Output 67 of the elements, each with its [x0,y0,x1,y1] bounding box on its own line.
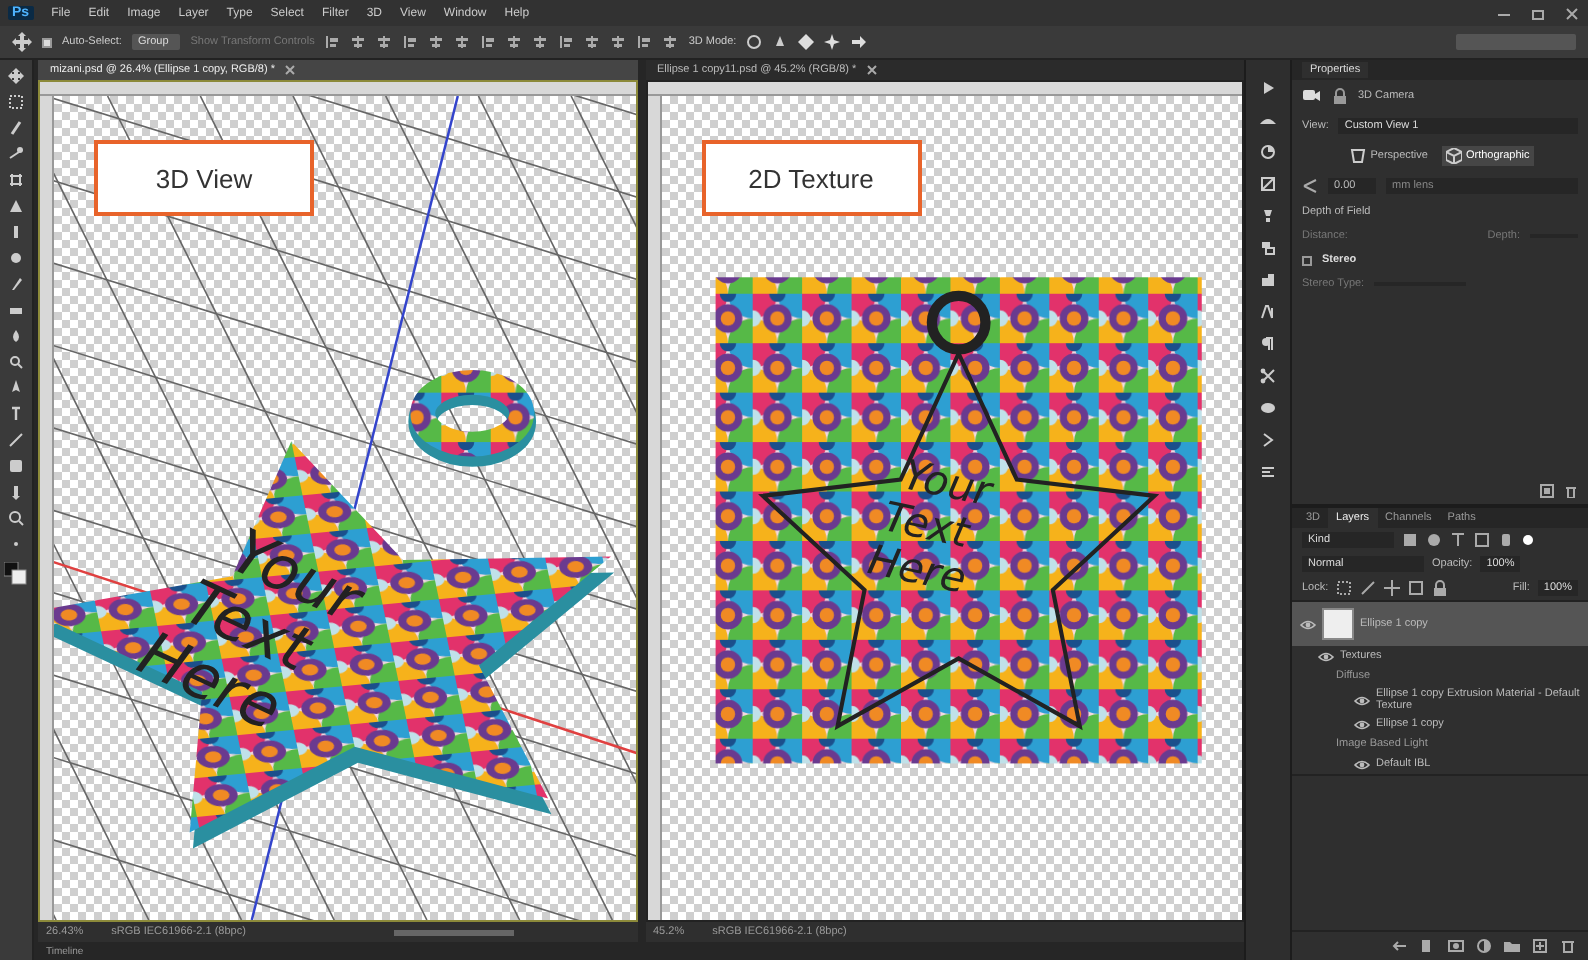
tool-icon[interactable] [8,172,24,188]
panel-icon[interactable] [1260,368,1276,384]
color-swatches-icon[interactable] [4,562,28,586]
panel-icon[interactable] [1260,304,1276,320]
close-icon[interactable] [866,64,879,76]
trash-icon[interactable] [1564,484,1578,498]
align-icon[interactable] [480,34,497,50]
filter-icon[interactable] [1450,532,1466,548]
layer-action-icon[interactable] [1476,938,1492,954]
lock-option-icon[interactable] [1384,580,1401,596]
callout-label: 3D View [94,140,314,216]
artwork-text: Your Text Here [127,515,372,746]
align-icon[interactable] [584,34,601,50]
restore-icon[interactable] [1530,5,1546,21]
eye-icon[interactable] [1354,757,1370,771]
layer-action-icon[interactable] [1532,938,1548,954]
tool-icon[interactable] [8,146,24,162]
layer-action-icon[interactable] [1504,938,1520,954]
eye-icon[interactable] [1354,717,1370,731]
lock-icon[interactable] [1332,88,1348,104]
eye-icon[interactable] [1354,693,1370,707]
panel-icon[interactable] [1260,176,1276,192]
close-icon[interactable] [284,64,297,76]
layer-thumbnail [1322,608,1354,640]
render-icon[interactable] [1540,484,1554,498]
align-icon[interactable] [558,34,575,50]
camera-icon[interactable] [1302,86,1322,106]
close-icon[interactable] [1564,5,1580,21]
tool-icon[interactable] [8,510,24,526]
eye-icon[interactable] [1318,649,1334,663]
artwork-text: Your Text Here [862,450,995,603]
move-tool-icon[interactable] [12,32,32,52]
field-of-view-icon [1302,178,1318,194]
checkbox[interactable] [1302,255,1312,265]
tool-icon[interactable] [8,406,24,422]
filter-toggle-icon[interactable] [1522,534,1534,546]
align-icon[interactable] [324,34,341,50]
align-icon[interactable] [662,34,679,50]
align-icon[interactable] [376,34,393,50]
perspective-cube-icon [1350,148,1367,164]
align-icon[interactable] [506,34,523,50]
panel-icon[interactable] [1260,464,1276,480]
tool-icon[interactable] [8,380,24,396]
layer-action-icon[interactable] [1420,938,1436,954]
tool-icon[interactable] [8,68,24,84]
layer-action-icon[interactable] [1392,938,1408,954]
layer-action-icon[interactable] [1448,938,1464,954]
align-icon[interactable] [428,34,445,50]
layer-action-icon[interactable] [1560,938,1576,954]
checkbox[interactable] [42,37,52,47]
cube-icon [1445,148,1462,164]
lock-option-icon[interactable] [1408,580,1425,596]
align-icon[interactable] [454,34,471,50]
panel-icon[interactable] [1260,208,1276,224]
eye-icon[interactable] [1300,617,1316,631]
lock-option-icon[interactable] [1432,580,1449,596]
align-icon[interactable] [636,34,653,50]
align-icon[interactable] [610,34,627,50]
panel-icon[interactable] [1260,336,1276,352]
tool-icon[interactable] [8,354,24,370]
align-icon[interactable] [350,34,367,50]
tool-icon[interactable] [8,536,24,552]
callout-label: 2D Texture [701,140,921,216]
panel-icon[interactable] [1260,144,1276,160]
horizontal-scrollbar[interactable] [393,929,514,935]
align-icon[interactable] [532,34,549,50]
align-icon[interactable] [402,34,419,50]
